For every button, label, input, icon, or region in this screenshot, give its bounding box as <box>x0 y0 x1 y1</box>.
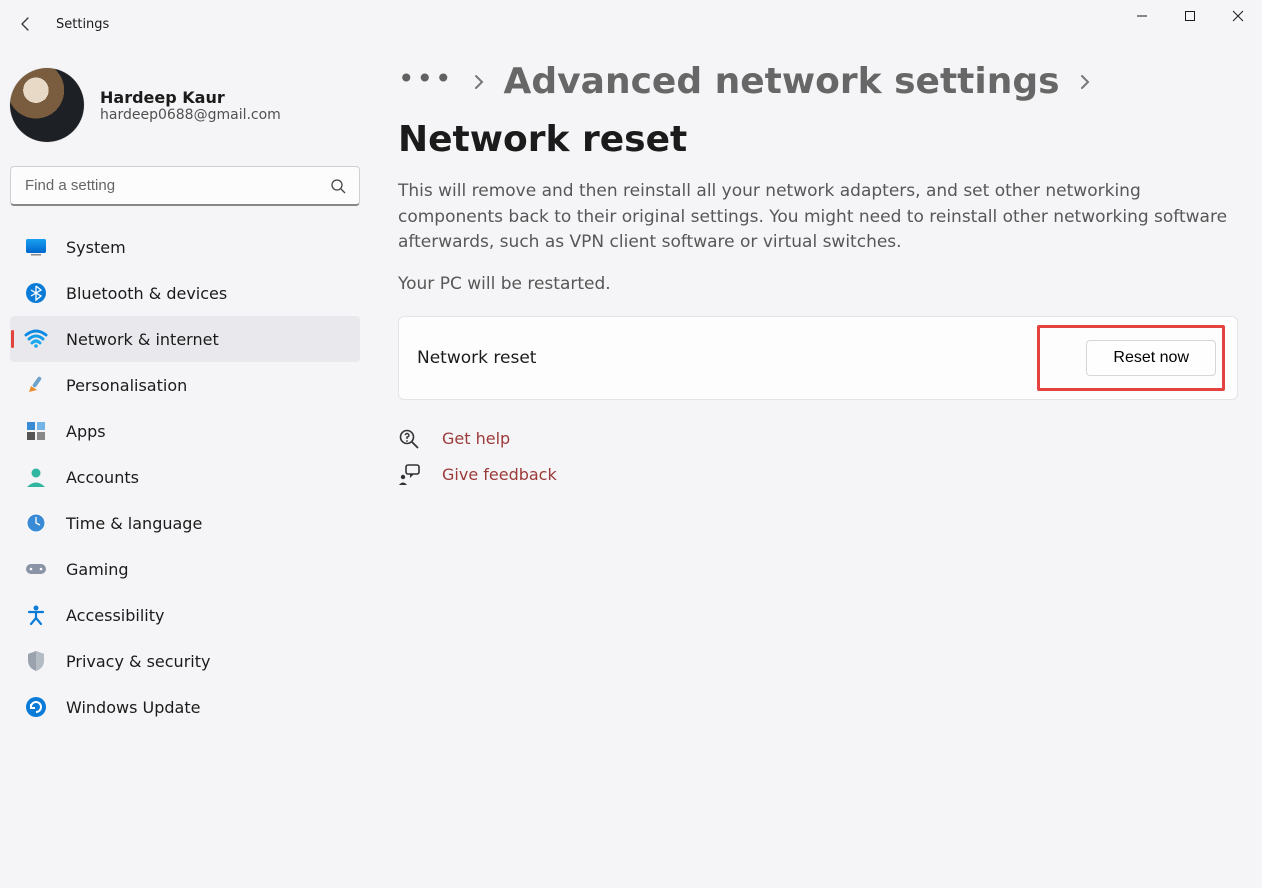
sidebar-item-label: Windows Update <box>66 698 350 717</box>
sidebar-item-system[interactable]: System <box>10 224 360 270</box>
maximize-icon <box>1184 10 1196 22</box>
search-wrap <box>10 166 360 206</box>
feedback-icon <box>398 464 420 486</box>
sidebar-item-label: Privacy & security <box>66 652 350 671</box>
chevron-right-icon <box>472 72 486 92</box>
sidebar: Hardeep Kaur hardeep0688@gmail.com Syste… <box>0 50 370 740</box>
update-icon <box>24 695 48 719</box>
search-input[interactable] <box>10 166 360 206</box>
main-content: ••• Advanced network settings Network re… <box>398 62 1238 500</box>
sidebar-item-label: Apps <box>66 422 350 441</box>
search-button[interactable] <box>322 170 354 202</box>
title-bar: Settings <box>0 0 1262 48</box>
nav-list: System Bluetooth & devices Network & int… <box>10 224 360 730</box>
back-button[interactable] <box>10 8 42 40</box>
apps-icon <box>24 419 48 443</box>
reset-now-button[interactable]: Reset now <box>1086 340 1216 376</box>
bluetooth-icon <box>24 281 48 305</box>
sidebar-item-network[interactable]: Network & internet <box>10 316 360 362</box>
sidebar-item-apps[interactable]: Apps <box>10 408 360 454</box>
sidebar-item-windows-update[interactable]: Windows Update <box>10 684 360 730</box>
get-help-row[interactable]: Get help <box>398 428 1238 450</box>
back-arrow-icon <box>18 16 34 32</box>
maximize-button[interactable] <box>1166 0 1214 32</box>
profile-email: hardeep0688@gmail.com <box>100 107 281 123</box>
sidebar-item-label: Accounts <box>66 468 350 487</box>
wifi-icon <box>24 327 48 351</box>
breadcrumb-parent[interactable]: Advanced network settings <box>504 62 1060 102</box>
profile-name: Hardeep Kaur <box>100 88 281 107</box>
page-title: Network reset <box>398 120 687 160</box>
gamepad-icon <box>24 557 48 581</box>
breadcrumb-more-button[interactable]: ••• <box>398 65 454 99</box>
system-icon <box>24 235 48 259</box>
sidebar-item-label: Bluetooth & devices <box>66 284 350 303</box>
sidebar-item-accessibility[interactable]: Accessibility <box>10 592 360 638</box>
accounts-icon <box>24 465 48 489</box>
shield-icon <box>24 649 48 673</box>
close-icon <box>1232 10 1244 22</box>
breadcrumb: ••• Advanced network settings Network re… <box>398 62 1238 159</box>
minimize-button[interactable] <box>1118 0 1166 32</box>
sidebar-item-accounts[interactable]: Accounts <box>10 454 360 500</box>
card-label: Network reset <box>417 348 536 368</box>
sidebar-item-gaming[interactable]: Gaming <box>10 546 360 592</box>
restart-note: Your PC will be restarted. <box>398 274 1238 294</box>
search-icon <box>330 178 346 194</box>
sidebar-item-label: Time & language <box>66 514 350 533</box>
close-button[interactable] <box>1214 0 1262 32</box>
give-feedback-row[interactable]: Give feedback <box>398 464 1238 486</box>
help-icon <box>398 428 420 450</box>
accessibility-icon <box>24 603 48 627</box>
sidebar-item-bluetooth[interactable]: Bluetooth & devices <box>10 270 360 316</box>
description-text: This will remove and then reinstall all … <box>398 179 1238 256</box>
minimize-icon <box>1136 10 1148 22</box>
paintbrush-icon <box>24 373 48 397</box>
give-feedback-link[interactable]: Give feedback <box>442 465 557 484</box>
sidebar-item-label: Accessibility <box>66 606 350 625</box>
sidebar-item-label: Gaming <box>66 560 350 579</box>
chevron-right-icon <box>1078 72 1092 92</box>
sidebar-item-label: Personalisation <box>66 376 350 395</box>
profile-block[interactable]: Hardeep Kaur hardeep0688@gmail.com <box>10 62 360 164</box>
avatar <box>10 68 84 142</box>
sidebar-item-label: System <box>66 238 350 257</box>
clock-globe-icon <box>24 511 48 535</box>
app-title: Settings <box>56 17 109 32</box>
window-controls <box>1118 0 1262 32</box>
sidebar-item-personalisation[interactable]: Personalisation <box>10 362 360 408</box>
sidebar-item-label: Network & internet <box>66 330 350 349</box>
sidebar-item-time-language[interactable]: Time & language <box>10 500 360 546</box>
network-reset-card: Network reset Reset now <box>398 316 1238 400</box>
highlight-annotation: Reset now <box>1037 325 1225 391</box>
get-help-link[interactable]: Get help <box>442 429 510 448</box>
sidebar-item-privacy[interactable]: Privacy & security <box>10 638 360 684</box>
